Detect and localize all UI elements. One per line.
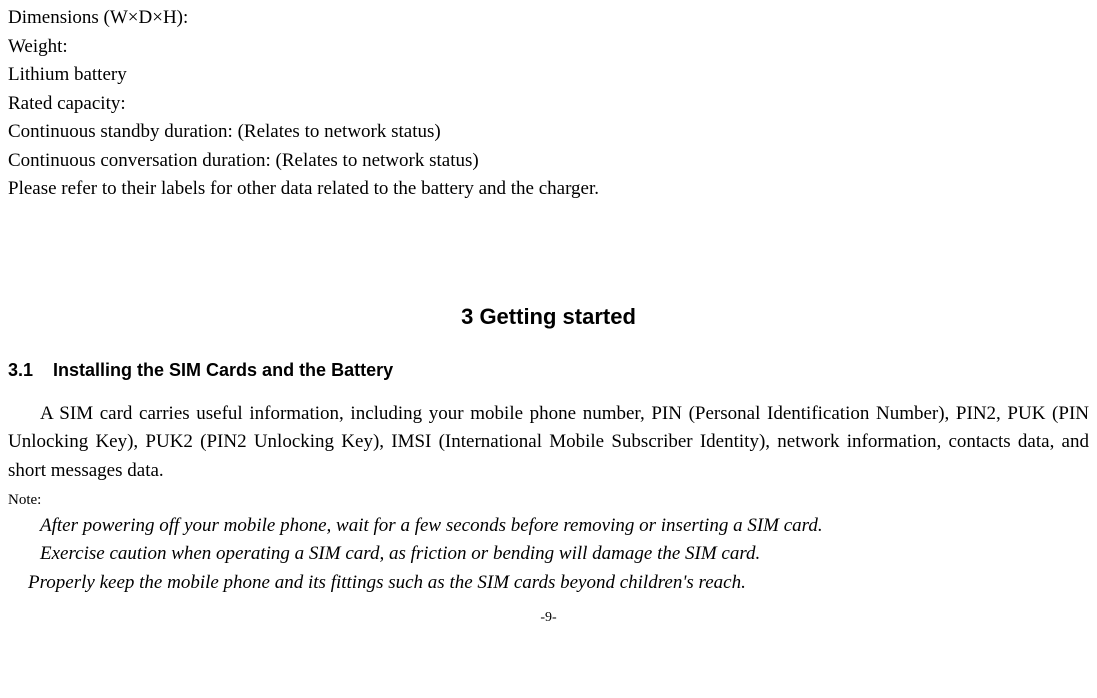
note-line-2: Exercise caution when operating a SIM ca… (8, 540, 1089, 569)
spec-label-reference: Please refer to their labels for other d… (8, 175, 1089, 204)
section-title: 3.1 Installing the SIM Cards and the Batt… (8, 357, 1089, 384)
body-paragraph-1: A SIM card carries useful information, i… (8, 400, 1089, 486)
note-line-1-text: After powering off your mobile phone, wa… (40, 515, 823, 536)
page-number: -9- (8, 607, 1089, 628)
spec-conversation-duration: Continuous conversation duration: (Relat… (8, 147, 1089, 176)
spec-dimensions: Dimensions (W×D×H): (8, 4, 1089, 33)
spec-rated-capacity: Rated capacity: (8, 90, 1089, 119)
spec-battery-type: Lithium battery (8, 61, 1089, 90)
spec-standby-duration: Continuous standby duration: (Relates to… (8, 118, 1089, 147)
note-line-2-text: Exercise caution when operating a SIM ca… (40, 543, 760, 564)
body-paragraph-1-text: A SIM card carries useful information, i… (8, 403, 1089, 481)
section-heading-text: Installing the SIM Cards and the Battery (53, 360, 393, 380)
note-line-3-text: Properly keep the mobile phone and its f… (28, 572, 746, 593)
note-line-1: After powering off your mobile phone, wa… (8, 512, 1089, 541)
spec-weight: Weight: (8, 33, 1089, 62)
section-number: 3.1 (8, 357, 33, 384)
note-line-3: Properly keep the mobile phone and its f… (8, 569, 1089, 598)
note-label: Note: (8, 489, 1089, 512)
chapter-title: 3 Getting started (8, 300, 1089, 333)
